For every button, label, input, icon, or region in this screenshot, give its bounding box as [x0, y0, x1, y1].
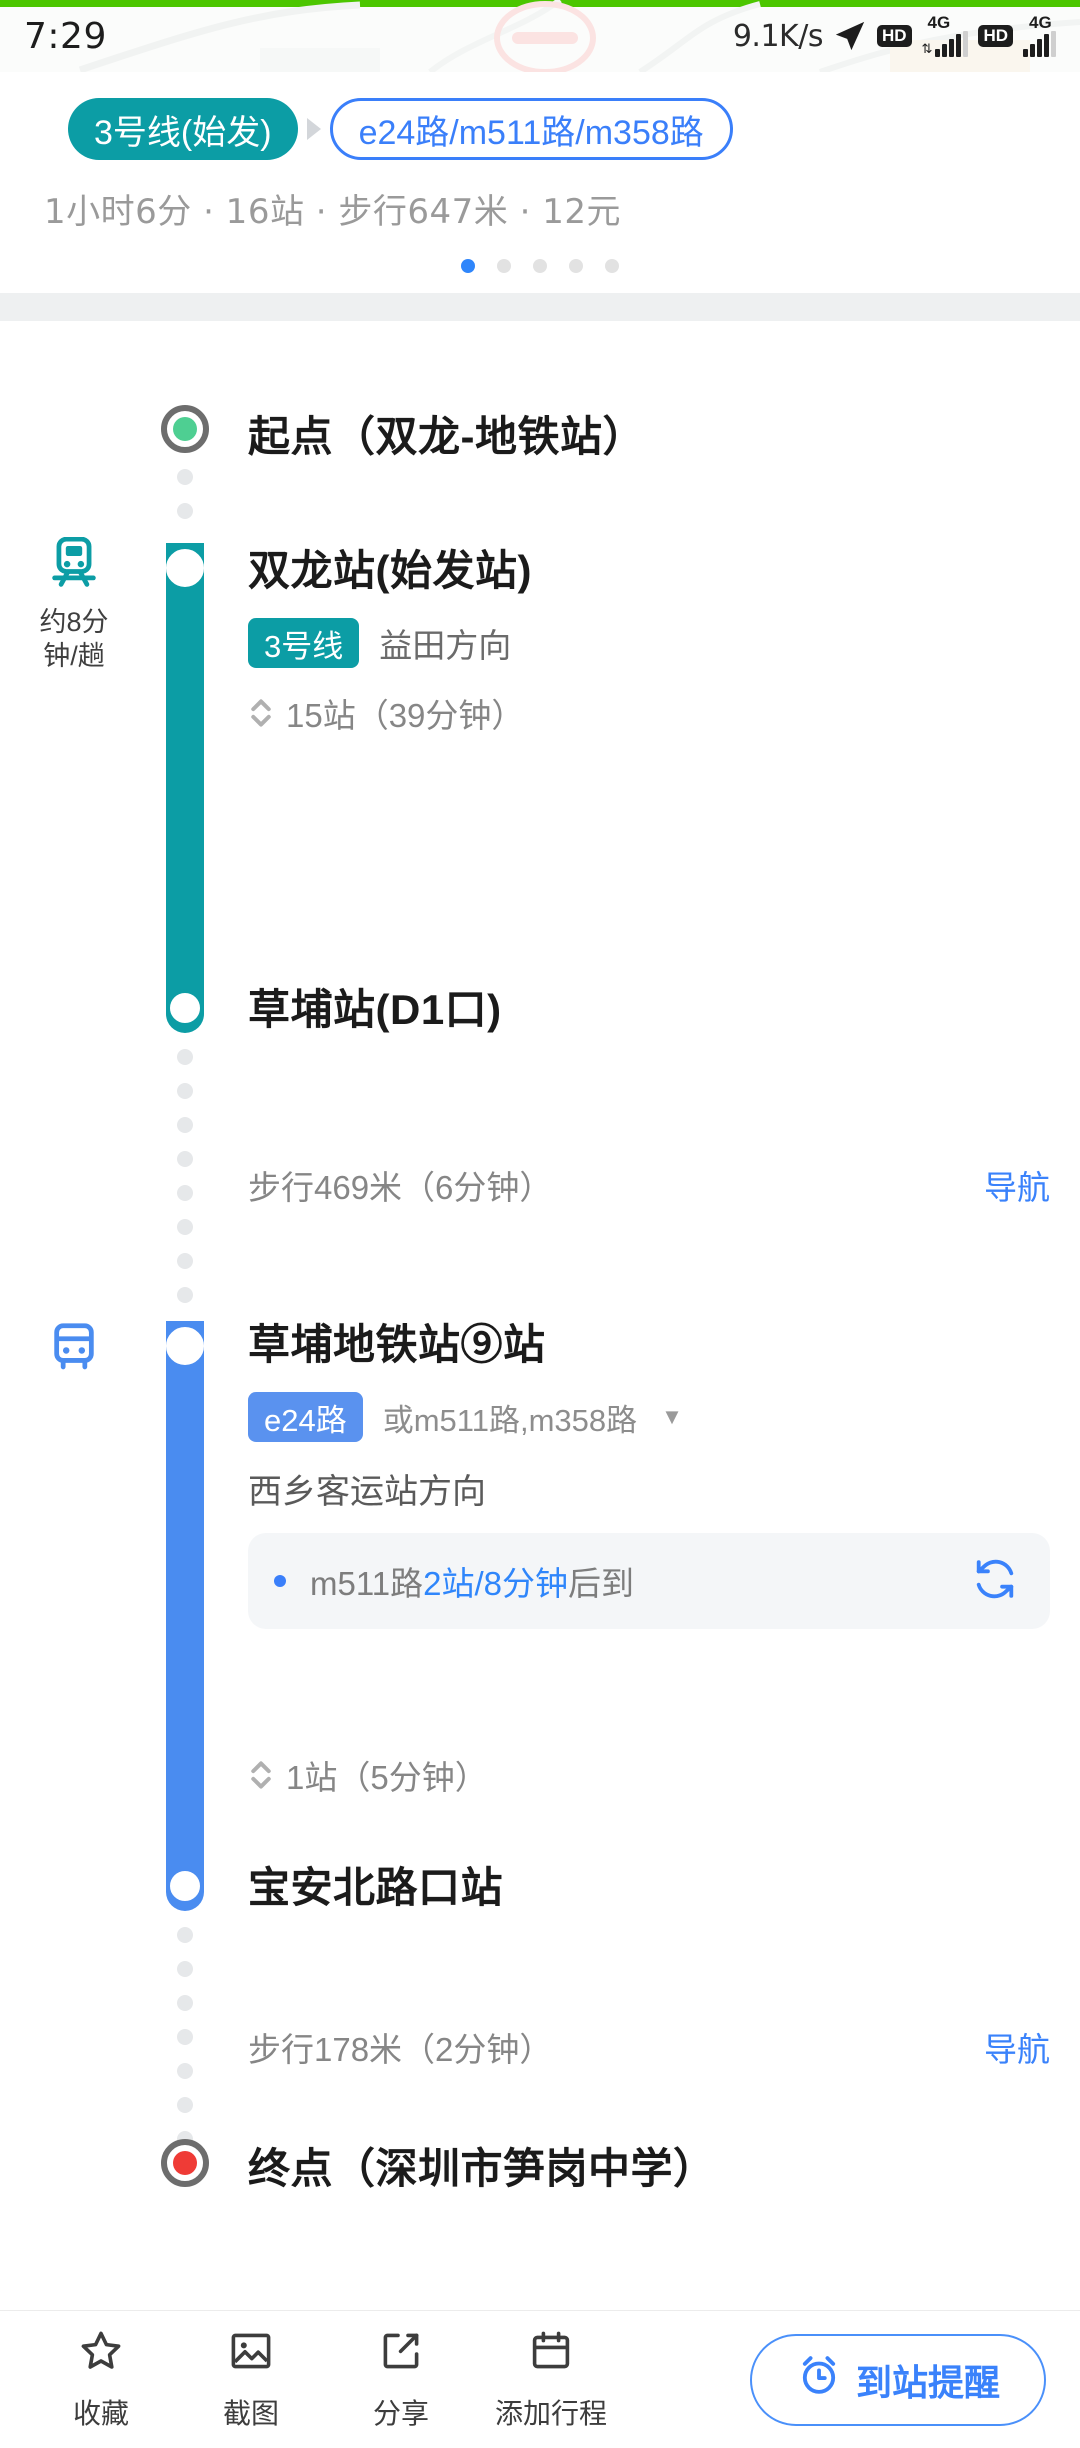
- metro-board-stop-label: 双龙站(始发站): [248, 547, 532, 594]
- metro-alight-row[interactable]: 草埔站(D1口): [248, 976, 1050, 1037]
- metro-gutter: 约8分 钟/趟: [0, 536, 148, 674]
- arrival-line-name: m511路: [310, 1565, 424, 1602]
- metro-line-pill[interactable]: 3号线(始发): [68, 98, 298, 160]
- pager-dot-4[interactable]: [569, 259, 583, 273]
- bus-gutter: [0, 1321, 148, 1378]
- walk-dots-origin: [177, 469, 193, 537]
- metro-alight-node: [166, 989, 204, 1027]
- bus-alight-node: [166, 1867, 204, 1905]
- walk-2-navigate-link[interactable]: 导航: [984, 2023, 1050, 2071]
- data-transfer-icon: ⇅: [921, 41, 933, 56]
- star-icon: [77, 2327, 125, 2382]
- destination-label: 终点（深圳市笋岗中学）: [248, 2145, 716, 2192]
- bus-segment-spine: [166, 1321, 204, 1911]
- network-speed-label: 9.1K/s: [732, 18, 824, 54]
- metro-ride-info-label: 15站（39分钟）: [286, 697, 525, 734]
- bus-alight-row[interactable]: 宝安北路口站: [248, 1854, 1050, 1915]
- metro-board-row[interactable]: 双龙站(始发站) 3号线 益田方向: [248, 537, 1050, 668]
- bus-board-row[interactable]: 草埔地铁站⑨站 e24路 或m511路,m358路 ▼ 西乡客运站方向 m511…: [248, 1311, 1050, 1629]
- status-bar-indicators: 9.1K/s HD 4G ⇅ HD 4G: [732, 13, 1056, 57]
- favorite-label: 收藏: [72, 2398, 129, 2429]
- network-type-label-sim1: 4G: [927, 13, 951, 32]
- metro-line-badge: 3号线: [248, 618, 360, 668]
- bus-alternatives-label: 或m511路,m358路: [382, 1402, 638, 1438]
- arrival-status-dot: [274, 1575, 286, 1587]
- arrival-alert-label: 到站提醒: [855, 2361, 1000, 2403]
- calendar-icon: [527, 2327, 575, 2382]
- metro-segment-spine: [166, 543, 204, 1033]
- chevron-down-icon[interactable]: ▼: [661, 1404, 683, 1430]
- route-timeline: 起点（双龙-地铁站） 约8分 钟/趟 双龙站(始发站) 3号线 益田方向 15站…: [0, 321, 1080, 2192]
- arrival-eta: 2站/8分钟: [423, 1565, 568, 1602]
- bottom-toolbar: 收藏 截图 分享 添加行程 到站提醒: [0, 2310, 1080, 2448]
- status-bar-clock: 7:29: [24, 15, 107, 57]
- walk-dots-1: [177, 1049, 193, 1321]
- screenshot-label: 截图: [222, 2398, 279, 2429]
- metro-line-row: 3号线 益田方向: [248, 618, 1050, 668]
- expand-bus-stops-icon[interactable]: [248, 1758, 274, 1792]
- status-bar-accent-line: [0, 0, 1080, 7]
- origin-label: 起点（双龙-地铁站）: [248, 413, 645, 460]
- bus-line-row[interactable]: e24路 或m511路,m358路 ▼: [248, 1392, 1050, 1442]
- add-trip-button[interactable]: 添加行程: [476, 2327, 626, 2432]
- walk-segment-2[interactable]: 步行178米（2分钟） 导航: [248, 2023, 1050, 2071]
- walk-1-label: 步行469米（6分钟）: [248, 1169, 553, 1206]
- origin-row[interactable]: 起点（双龙-地铁站）: [248, 403, 1050, 464]
- section-divider: [0, 293, 1080, 321]
- walk-2-label: 步行178米（2分钟）: [248, 2031, 553, 2068]
- metro-alight-stop-label: 草埔站(D1口): [248, 986, 502, 1033]
- bus-ride-info-label: 1站（5分钟）: [286, 1759, 488, 1796]
- bus-board-stop-label: 草埔地铁站⑨站: [248, 1321, 546, 1368]
- route-line-pills: 3号线(始发) e24路/m511路/m358路: [0, 98, 1080, 160]
- hd-icon-sim2: HD: [978, 25, 1013, 47]
- metro-ride-info-row[interactable]: 15站（39分钟）: [248, 689, 1050, 737]
- metro-board-node: [166, 549, 204, 587]
- pager-dot-2[interactable]: [497, 259, 511, 273]
- destination-row[interactable]: 终点（深圳市笋岗中学）: [248, 2135, 1050, 2196]
- metro-frequency-label: 约8分 钟/趟: [39, 607, 109, 671]
- bus-line-badge: e24路: [248, 1392, 363, 1442]
- bus-board-node: [166, 1327, 204, 1365]
- bus-ride-info-row[interactable]: 1站（5分钟）: [248, 1751, 1050, 1799]
- bus-arrival-text: m511路2站/8分钟后到: [310, 1557, 634, 1605]
- bus-icon: [0, 1321, 148, 1378]
- bus-line-pill[interactable]: e24路/m511路/m358路: [329, 98, 733, 160]
- route-summary-header[interactable]: 3号线(始发) e24路/m511路/m358路 1小时6分 · 16站 · 步…: [0, 72, 1080, 293]
- pager-dot-3[interactable]: [533, 259, 547, 273]
- walk-1-navigate-link[interactable]: 导航: [984, 1161, 1050, 1209]
- origin-marker: [161, 405, 209, 453]
- pager-dot-5[interactable]: [605, 259, 619, 273]
- navigation-arrow-icon: [833, 19, 867, 53]
- bus-direction-label: 西乡客运站方向: [248, 1473, 486, 1511]
- image-icon: [227, 2327, 275, 2382]
- refresh-icon[interactable]: [972, 1556, 1018, 1607]
- share-button[interactable]: 分享: [326, 2327, 476, 2432]
- network-type-label-sim2: 4G: [1029, 13, 1052, 32]
- share-icon: [377, 2327, 425, 2382]
- status-bar: 7:29 9.1K/s HD 4G ⇅ HD 4G: [0, 0, 1080, 72]
- transfer-arrow-icon: [306, 118, 321, 140]
- signal-icon-sim2: 4G: [1023, 13, 1056, 57]
- route-pager-dots[interactable]: [0, 233, 1080, 273]
- bus-alight-stop-label: 宝安北路口站: [248, 1864, 504, 1911]
- bus-arrival-card[interactable]: m511路2站/8分钟后到: [248, 1533, 1050, 1629]
- walk-segment-1[interactable]: 步行469米（6分钟） 导航: [248, 1161, 1050, 1209]
- expand-stops-icon[interactable]: [248, 696, 274, 730]
- signal-icon-sim1: 4G ⇅: [921, 13, 969, 57]
- route-summary-text: 1小时6分 · 16站 · 步行647米 · 12元: [44, 192, 621, 232]
- add-trip-label: 添加行程: [494, 2398, 607, 2429]
- screenshot-button[interactable]: 截图: [176, 2327, 326, 2432]
- pager-dot-1[interactable]: [461, 259, 475, 273]
- arrival-alert-button[interactable]: 到站提醒: [749, 2333, 1046, 2426]
- walk-dots-2: [177, 1927, 193, 2165]
- metro-direction-label: 益田方向: [379, 627, 512, 664]
- alarm-clock-icon: [796, 2352, 842, 2407]
- metro-train-icon: [0, 536, 148, 598]
- arrival-suffix: 后到: [567, 1565, 634, 1602]
- hd-icon-sim1: HD: [876, 25, 912, 47]
- favorite-button[interactable]: 收藏: [26, 2327, 176, 2432]
- destination-marker: [161, 2139, 209, 2187]
- share-label: 分享: [372, 2398, 429, 2429]
